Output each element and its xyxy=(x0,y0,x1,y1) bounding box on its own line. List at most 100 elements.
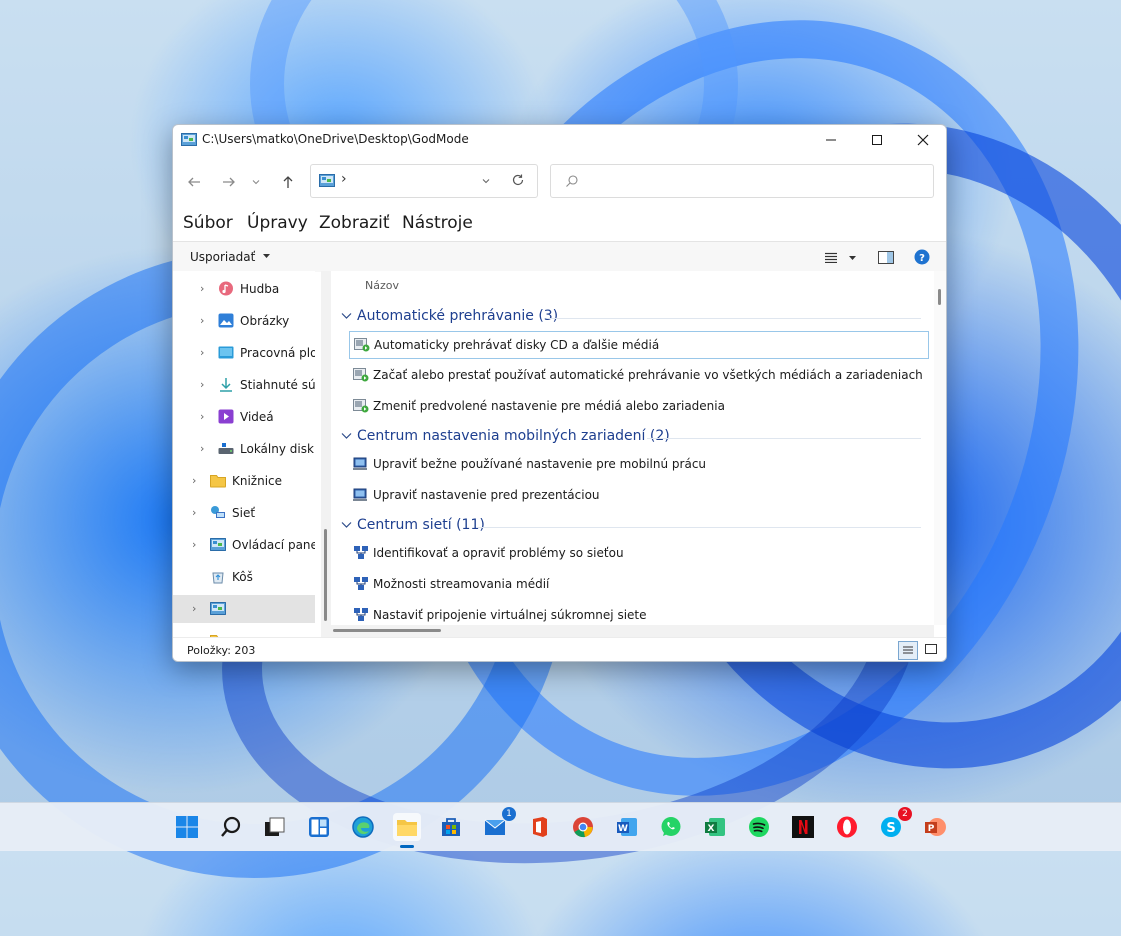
chrome-button[interactable] xyxy=(569,813,597,841)
maximize-button[interactable] xyxy=(854,125,900,155)
list-item[interactable]: Automaticky prehrávať disky CD a ďalšie … xyxy=(349,331,929,359)
command-bar: Usporiadať ? xyxy=(173,241,946,272)
minimize-button[interactable] xyxy=(808,125,854,155)
powerpoint-button[interactable]: P xyxy=(921,813,949,841)
forward-button[interactable] xyxy=(218,171,240,193)
chevron-right-icon[interactable]: › xyxy=(192,602,202,615)
store-icon xyxy=(442,818,460,836)
search-box[interactable] xyxy=(550,164,934,198)
large-icons-view-button[interactable] xyxy=(922,641,940,658)
widgets-button[interactable] xyxy=(305,813,333,841)
address-breadcrumb[interactable]: › xyxy=(341,171,347,187)
file-explorer-button[interactable] xyxy=(393,813,421,848)
edge-button[interactable] xyxy=(349,813,377,841)
chevron-down-icon[interactable] xyxy=(341,519,352,530)
chevron-right-icon[interactable]: › xyxy=(200,346,210,359)
up-button[interactable] xyxy=(277,171,299,193)
back-button[interactable] xyxy=(183,171,205,193)
excel-button[interactable]: X xyxy=(701,813,729,841)
chevron-right-icon[interactable]: › xyxy=(192,538,202,551)
close-button[interactable] xyxy=(900,125,946,155)
scrollbar-thumb[interactable] xyxy=(324,529,327,621)
mail-button[interactable]: 1 xyxy=(481,807,516,841)
help-icon[interactable]: ? xyxy=(914,249,930,265)
sidebar-item-desktop[interactable]: › Pracovná ploc xyxy=(173,339,315,367)
word-button[interactable]: W xyxy=(613,813,641,841)
scrollbar-thumb[interactable] xyxy=(938,289,941,305)
chevron-right-icon[interactable]: › xyxy=(200,378,210,391)
opera-button[interactable] xyxy=(833,813,861,841)
sidebar-item-godmode[interactable]: › xyxy=(173,595,315,623)
group-header-network-center[interactable]: Centrum sietí (11) xyxy=(341,516,921,538)
navigation-pane-scrollbar[interactable] xyxy=(321,271,331,637)
sidebar-item-videos[interactable]: › Videá xyxy=(173,403,315,431)
sidebar-item-music[interactable]: › Hudba xyxy=(173,275,315,303)
column-header-name[interactable]: Názov xyxy=(365,279,399,292)
close-icon xyxy=(917,134,929,146)
view-options-icon[interactable] xyxy=(824,252,838,263)
sidebar-item-libraries[interactable]: › Knižnice xyxy=(173,467,315,495)
start-button[interactable] xyxy=(173,813,201,841)
autoplay-icon xyxy=(353,399,369,413)
horizontal-scrollbar[interactable] xyxy=(331,625,934,637)
office-icon xyxy=(533,817,547,837)
preview-pane-icon[interactable] xyxy=(878,251,894,264)
caret-down-icon xyxy=(263,254,271,258)
group-header-autoplay[interactable]: Automatické prehrávanie (3) xyxy=(341,307,921,329)
store-button[interactable] xyxy=(437,813,465,841)
sidebar-item-pictures[interactable]: › Obrázky xyxy=(173,307,315,335)
menu-file[interactable]: Súbor xyxy=(183,213,233,233)
menu-tools[interactable]: Nástroje xyxy=(402,213,473,233)
scrollbar-thumb[interactable] xyxy=(333,629,441,632)
sidebar-item-partial[interactable] xyxy=(173,627,315,637)
chevron-down-icon[interactable] xyxy=(341,310,352,321)
music-icon xyxy=(219,281,233,296)
list-item-label: Nastaviť pripojenie virtuálnej súkromnej… xyxy=(373,608,647,622)
vertical-scrollbar[interactable] xyxy=(934,271,946,625)
list-item-label: Začať alebo prestať používať automatické… xyxy=(373,368,923,382)
details-view-button[interactable] xyxy=(898,641,918,660)
list-item[interactable]: Identifikovať a opraviť problémy so sieť… xyxy=(349,540,927,566)
sidebar-item-network[interactable]: › Sieť xyxy=(173,499,315,527)
title-bar[interactable]: C:\Users\matko\OneDrive\Desktop\GodMode xyxy=(173,125,946,155)
office-button[interactable] xyxy=(525,813,553,841)
sidebar-item-label: Sieť xyxy=(232,506,256,520)
list-item[interactable]: Možnosti streamovania médií xyxy=(349,571,927,597)
chevron-right-icon[interactable]: › xyxy=(200,442,210,455)
list-item-label: Upraviť bežne používané nastavenie pre m… xyxy=(373,457,707,471)
sidebar-item-downloads[interactable]: › Stiahnuté súbo xyxy=(173,371,315,399)
sidebar-item-control-panel[interactable]: › Ovládací panel xyxy=(173,531,315,559)
sidebar-item-label: Ovládací panel xyxy=(232,538,315,552)
chevron-right-icon[interactable]: › xyxy=(192,474,202,487)
organize-button[interactable]: Usporiadať xyxy=(190,250,271,264)
chevron-down-icon[interactable] xyxy=(481,176,491,186)
list-item-label: Automaticky prehrávať disky CD a ďalšie … xyxy=(374,338,660,352)
chevron-down-icon[interactable] xyxy=(341,430,352,441)
list-item[interactable]: Upraviť nastavenie pred prezentáciou xyxy=(349,482,927,508)
task-view-icon xyxy=(265,817,285,836)
list-item[interactable]: Nastaviť pripojenie virtuálnej súkromnej… xyxy=(349,602,927,625)
chevron-right-icon[interactable]: › xyxy=(200,410,210,423)
chevron-right-icon[interactable]: › xyxy=(200,282,210,295)
sidebar-item-recycle-bin[interactable]: Kôš xyxy=(173,563,315,591)
group-header-mobility[interactable]: Centrum nastavenia mobilných zariadení (… xyxy=(341,427,921,449)
refresh-icon[interactable] xyxy=(511,173,525,187)
search-icon xyxy=(566,175,578,187)
taskbar-search-button[interactable] xyxy=(217,813,245,841)
caret-down-icon[interactable] xyxy=(848,254,857,262)
chevron-right-icon[interactable]: › xyxy=(200,314,210,327)
list-item[interactable]: Upraviť bežne používané nastavenie pre m… xyxy=(349,451,927,477)
menu-view[interactable]: Zobraziť xyxy=(319,213,390,233)
spotify-button[interactable] xyxy=(745,813,773,841)
list-item[interactable]: Začať alebo prestať používať automatické… xyxy=(349,362,927,388)
address-bar[interactable]: › xyxy=(310,164,538,198)
task-view-button[interactable] xyxy=(261,813,289,841)
list-item[interactable]: Zmeniť predvolené nastavenie pre médiá a… xyxy=(349,393,927,419)
chevron-right-icon[interactable]: › xyxy=(192,506,202,519)
sidebar-item-local-disk[interactable]: › Lokálny disk ( xyxy=(173,435,315,463)
recent-locations-button[interactable] xyxy=(249,171,263,193)
whatsapp-button[interactable] xyxy=(657,813,685,841)
netflix-button[interactable] xyxy=(789,813,817,841)
skype-button[interactable]: S 2 xyxy=(877,807,912,841)
menu-edit[interactable]: Úpravy xyxy=(247,213,308,233)
